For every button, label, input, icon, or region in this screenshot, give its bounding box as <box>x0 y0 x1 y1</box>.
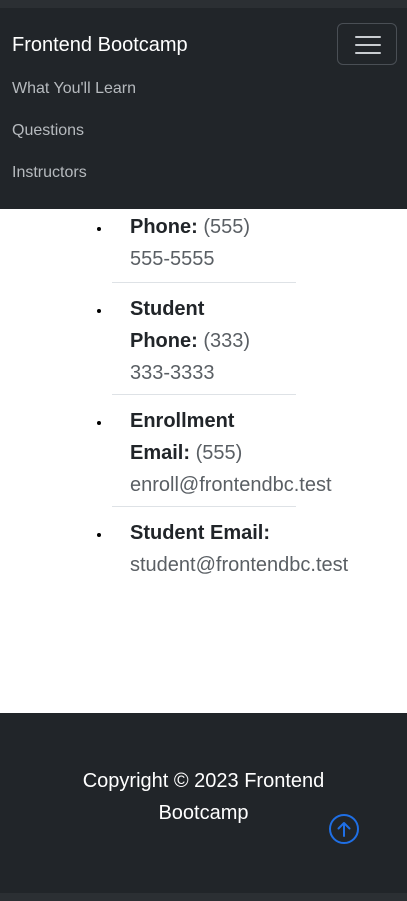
contact-value: student@frontendbc.test <box>130 554 349 576</box>
contact-label: Enrollment <box>130 410 235 432</box>
nav-link-questions[interactable]: Questions <box>12 122 84 140</box>
contact-line: Phone: (555) <box>130 211 296 243</box>
contact-item: Phone: (555) 555-5555 <box>112 209 296 283</box>
contact-line: Email: (555) <box>130 437 296 469</box>
contact-value: (555) <box>197 216 251 238</box>
browser-bottom-strip <box>0 893 407 901</box>
scroll-to-top-button[interactable] <box>329 814 359 844</box>
contact-label: Email: <box>130 442 191 464</box>
contact-list: Phone: (555) 555-5555 Student Phone: (33… <box>112 209 349 587</box>
nav-link-learn[interactable]: What You'll Learn <box>12 80 136 98</box>
arrow-up-circle-icon <box>337 822 351 837</box>
contact-value: 555-5555 <box>130 248 215 270</box>
navbar: Frontend Bootcamp What You'll Learn Ques… <box>0 8 407 209</box>
main-content: Phone: (555) 555-5555 Student Phone: (33… <box>0 209 407 713</box>
hamburger-icon-bar <box>355 52 381 54</box>
contact-value: (333) <box>197 330 251 352</box>
brand-link[interactable]: Frontend Bootcamp <box>12 34 188 57</box>
contact-label: Phone: <box>130 216 198 238</box>
contact-value: enroll@frontendbc.test <box>130 474 332 496</box>
contact-value: 333-3333 <box>130 362 215 384</box>
hamburger-icon <box>355 36 381 38</box>
contact-line: Phone: (333) <box>130 325 296 357</box>
nav-link-instructors[interactable]: Instructors <box>12 164 87 182</box>
contact-value: (555) <box>190 442 243 464</box>
contact-item: Student Email: student@frontendbc.test <box>112 507 349 587</box>
footer: Copyright © 2023 Frontend Bootcamp <box>0 713 407 893</box>
contact-label: Student Email: <box>130 522 271 544</box>
contact-label: Student <box>130 298 205 320</box>
contact-label: Phone: <box>130 330 198 352</box>
browser-top-strip <box>0 0 407 8</box>
contact-item: Student Phone: (333) 333-3333 <box>112 283 296 395</box>
hamburger-icon-bar <box>355 44 381 46</box>
menu-toggle-button[interactable] <box>337 23 397 65</box>
contact-item: Enrollment Email: (555) enroll@frontendb… <box>112 395 332 507</box>
